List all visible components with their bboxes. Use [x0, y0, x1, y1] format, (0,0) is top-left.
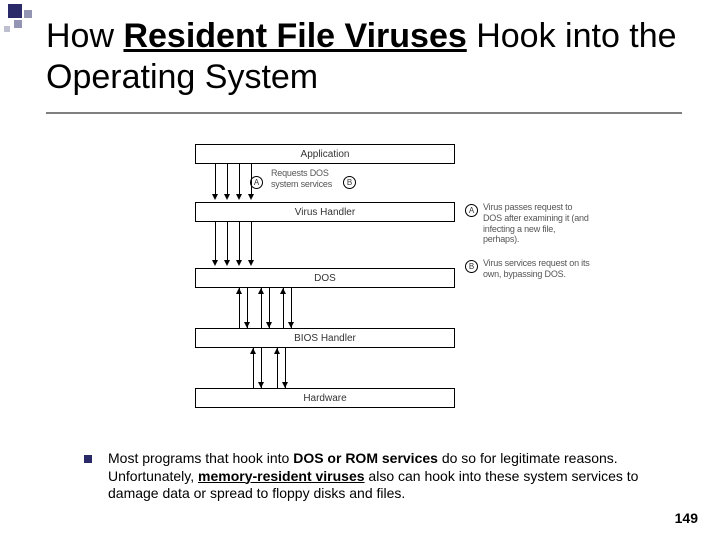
bullet-b1: DOS or ROM services: [293, 450, 438, 466]
bullet-icon: [84, 455, 92, 463]
bullet-text: Most programs that hook into DOS or ROM …: [108, 450, 684, 503]
corner-decoration: [0, 0, 50, 40]
note-marker-b: B: [465, 260, 478, 273]
box-dos: DOS: [195, 268, 455, 288]
slide-title: How Resident File Viruses Hook into the …: [46, 16, 686, 98]
box-application: Application: [195, 144, 455, 164]
bullet-b2: memory-resident viruses: [198, 468, 365, 484]
note-b-text: Virus services request on its own, bypas…: [483, 258, 593, 280]
architecture-diagram: Application Virus Handler DOS BIOS Handl…: [175, 144, 575, 424]
request-label: Requests DOS system services: [271, 168, 341, 190]
box-bios-handler: BIOS Handler: [195, 328, 455, 348]
title-divider: [46, 112, 682, 114]
box-virus-handler: Virus Handler: [195, 202, 455, 222]
marker-b: B: [343, 176, 356, 189]
bullet-p1: Most programs that hook into: [108, 450, 293, 466]
note-a-text: Virus passes request to DOS after examin…: [483, 202, 593, 245]
box-hardware: Hardware: [195, 388, 455, 408]
title-pre: How: [46, 17, 123, 55]
note-marker-a: A: [465, 204, 478, 217]
page-number: 149: [675, 510, 698, 526]
bullet-item: Most programs that hook into DOS or ROM …: [84, 450, 684, 503]
title-topic: Resident File Viruses: [123, 17, 466, 55]
